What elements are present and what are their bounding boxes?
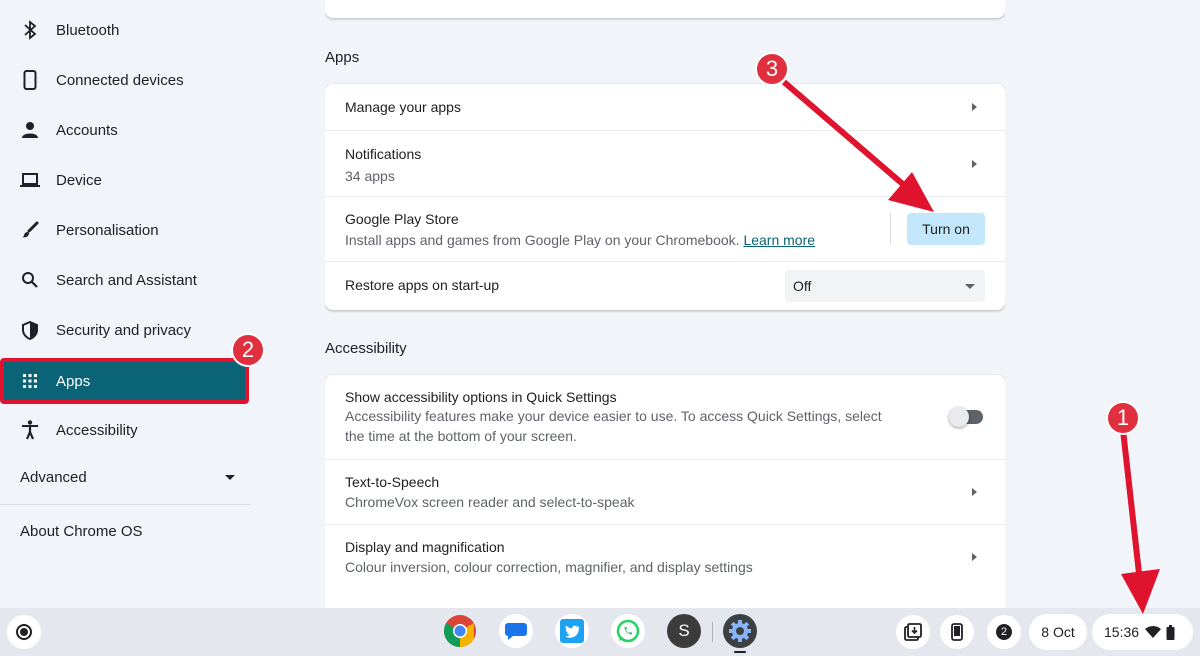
learn-more-link[interactable]: Learn more [743,232,815,248]
sidebar-item-label: Security and privacy [56,321,192,339]
sidebar-item-accessibility[interactable]: Accessibility [0,410,245,450]
sidebar-item-connected-devices[interactable]: Connected devices [0,60,245,100]
row-title: Notifications [345,146,422,162]
row-display-magnification[interactable]: Display and magnification Colour inversi… [325,525,1005,590]
dropdown-caret-icon [965,284,975,289]
sidebar-item-label: Search and Assistant [56,271,197,289]
row-subtitle: Accessibility features make your device … [345,408,882,444]
shelf: S 2 8 Oct 15:36 [0,608,1200,656]
row-notifications[interactable]: Notifications 34 apps [325,131,1005,197]
date-tray[interactable]: 8 Oct [1029,614,1087,650]
active-app-indicator [734,651,746,653]
play-store-description: Install apps and games from Google Play … [345,232,740,248]
row-title: Manage your apps [345,99,461,115]
clock-time: 15:36 [1104,624,1140,640]
vertical-separator [890,213,891,245]
laptop-icon [20,170,40,190]
chevron-right-icon [972,103,977,111]
sidebar-item-about[interactable]: About Chrome OS [20,523,143,540]
turn-on-play-store-button[interactable]: Turn on [907,213,985,245]
sidebar-item-accounts[interactable]: Accounts [0,110,245,150]
restore-apps-select[interactable]: Off [785,270,985,302]
brush-icon [20,220,40,240]
quick-settings-toggle[interactable] [949,407,983,427]
sidebar-item-label: Accounts [56,121,118,139]
avatar-s-icon[interactable]: S [667,614,701,648]
sidebar-item-label: Accessibility [56,421,138,439]
annotation-badge-3: 3 [755,52,789,86]
settings-sidebar: Bluetooth Connected devices Accounts Dev… [0,0,250,608]
row-subtitle: Colour inversion, colour correction, mag… [345,559,753,575]
row-restore-apps: Restore apps on start-up Off [325,262,1005,310]
advanced-label: Advanced [20,468,87,486]
row-manage-apps[interactable]: Manage your apps [325,84,1005,131]
holding-space-icon[interactable] [896,615,930,649]
wifi-icon [1145,626,1162,638]
chevron-right-icon [972,488,977,496]
sidebar-item-label: Connected devices [56,71,184,89]
section-title-accessibility: Accessibility [325,340,407,357]
select-value: Off [793,278,812,294]
annotation-badge-1: 1 [1106,401,1140,435]
toggle-knob [949,407,969,427]
sidebar-item-label: Personalisation [56,221,159,239]
phone-icon [20,70,40,90]
launcher-icon [16,624,32,640]
row-title: Display and magnification [345,539,505,555]
messages-icon[interactable] [499,614,533,648]
sidebar-item-label: Bluetooth [56,21,120,39]
chevron-right-icon [972,553,977,561]
sidebar-item-security-privacy[interactable]: Security and privacy [0,310,245,350]
phone-hub-icon[interactable] [940,615,974,649]
shelf-separator [712,622,713,642]
row-text-to-speech[interactable]: Text-to-Speech ChromeVox screen reader a… [325,460,1005,525]
sidebar-item-search-assistant[interactable]: Search and Assistant [0,260,245,300]
sidebar-item-device[interactable]: Device [0,160,245,200]
battery-icon [1166,624,1175,640]
accessibility-icon [20,420,40,440]
annotation-badge-2: 2 [231,333,265,367]
launcher-button[interactable] [7,615,41,649]
sidebar-item-label: Device [56,171,102,189]
section-title-apps: Apps [325,49,360,66]
row-google-play-store: Google Play Store Install apps and games… [325,197,1005,262]
row-subtitle: Install apps and games from Google Play … [345,230,1005,250]
bluetooth-icon [20,20,40,40]
sidebar-advanced-toggle[interactable]: Advanced [20,466,235,488]
apps-card: Manage your apps Notifications 34 apps G… [325,84,1005,310]
settings-main: Apps Manage your apps Notifications 34 a… [325,0,1005,608]
status-area[interactable]: 15:36 [1092,614,1193,650]
shield-icon [20,320,40,340]
notification-count-badge: 2 [996,624,1012,640]
sidebar-item-personalisation[interactable]: Personalisation [0,210,245,250]
sidebar-divider [0,504,250,505]
row-title: Show accessibility options in Quick Sett… [345,389,617,405]
twitter-icon[interactable] [555,614,589,648]
person-icon [20,120,40,140]
settings-icon[interactable] [723,614,757,648]
chrome-icon[interactable] [443,614,477,648]
row-title: Google Play Store [345,211,459,227]
notification-counter[interactable]: 2 [987,615,1021,649]
row-title: Text-to-Speech [345,474,440,490]
chevron-down-icon [225,474,235,480]
annotation-highlight-box [0,358,249,404]
sidebar-item-bluetooth[interactable]: Bluetooth [0,10,245,50]
whatsapp-icon[interactable] [611,614,645,648]
search-icon [20,270,40,290]
previous-section-card [325,0,1005,18]
chevron-right-icon [972,160,977,168]
annotation-arrow-1 [1120,429,1143,583]
row-subtitle: ChromeVox screen reader and select-to-sp… [345,494,635,510]
row-subtitle: 34 apps [345,168,395,184]
accessibility-card: Show accessibility options in Quick Sett… [325,375,1005,608]
row-accessibility-quick-settings[interactable]: Show accessibility options in Quick Sett… [325,375,1005,460]
